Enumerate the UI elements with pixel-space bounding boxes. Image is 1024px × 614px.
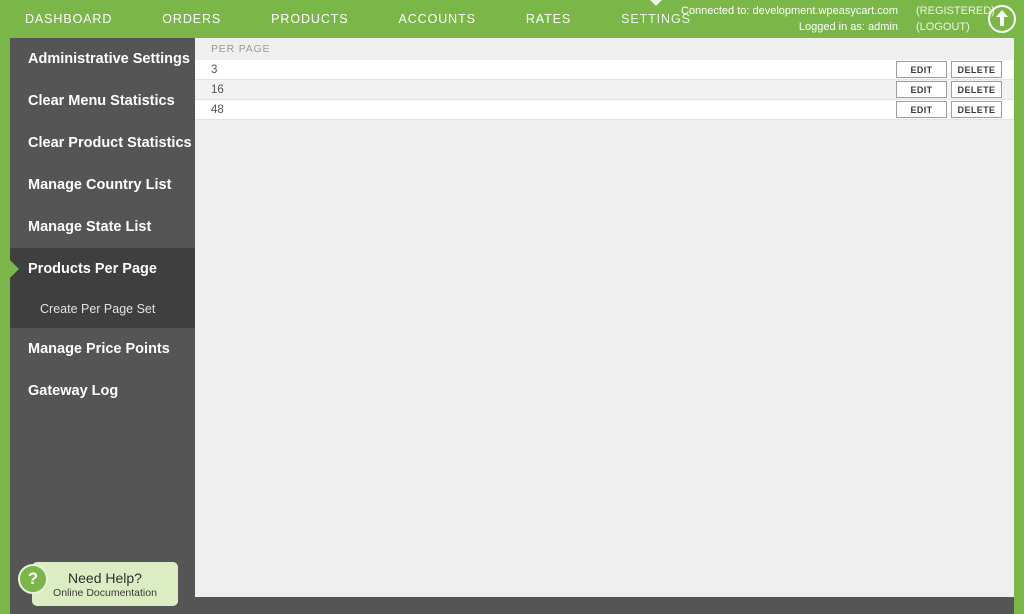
logged-in-label: Logged in as: admin bbox=[798, 21, 898, 33]
main-nav: DASHBOARD ORDERS PRODUCTS ACCOUNTS RATES… bbox=[0, 0, 716, 38]
question-mark-icon[interactable]: ? bbox=[18, 564, 48, 594]
right-accent-strip bbox=[1014, 38, 1024, 614]
nav-item-orders[interactable]: ORDERS bbox=[137, 0, 246, 38]
arrow-up-head bbox=[996, 10, 1008, 17]
sidebar-subitem-label: Create Per Page Set bbox=[40, 302, 156, 316]
sidebar-item-label: Manage State List bbox=[28, 219, 152, 235]
online-documentation-label: Online Documentation bbox=[53, 586, 157, 599]
delete-button[interactable]: DELETE bbox=[951, 81, 1002, 98]
sidebar-item-clear-menu-statistics[interactable]: Clear Menu Statistics bbox=[0, 80, 195, 122]
nav-item-products[interactable]: PRODUCTS bbox=[246, 0, 373, 38]
nav-item-label: ORDERS bbox=[162, 12, 222, 26]
sidebar-item-label: Gateway Log bbox=[28, 383, 119, 399]
need-help-widget[interactable]: Need Help? Online Documentation ? bbox=[18, 562, 178, 606]
sidebar-subitem-create-per-page-set[interactable]: Create Per Page Set bbox=[0, 290, 195, 328]
sidebar-item-label: Products Per Page bbox=[28, 261, 157, 277]
sidebar: Administrative Settings Clear Menu Stati… bbox=[0, 38, 195, 614]
top-navigation-bar: DASHBOARD ORDERS PRODUCTS ACCOUNTS RATES… bbox=[0, 0, 1024, 38]
edit-button[interactable]: EDIT bbox=[896, 101, 947, 118]
table-row[interactable]: 16 EDIT DELETE bbox=[195, 80, 1014, 100]
chevron-down-icon bbox=[649, 0, 662, 6]
app-window: DASHBOARD ORDERS PRODUCTS ACCOUNTS RATES… bbox=[0, 0, 1024, 614]
nav-item-label: DASHBOARD bbox=[25, 12, 113, 26]
need-help-box[interactable]: Need Help? Online Documentation bbox=[32, 562, 178, 606]
table-row[interactable]: 3 EDIT DELETE bbox=[195, 60, 1014, 80]
row-actions: EDIT DELETE bbox=[896, 81, 1002, 98]
nav-item-rates[interactable]: RATES bbox=[501, 0, 596, 38]
sidebar-item-manage-price-points[interactable]: Manage Price Points bbox=[0, 328, 195, 370]
sidebar-item-gateway-log[interactable]: Gateway Log bbox=[0, 370, 195, 412]
sidebar-item-label: Clear Product Statistics bbox=[28, 135, 192, 151]
nav-item-label: RATES bbox=[525, 12, 572, 26]
per-page-table: PER PAGE 3 EDIT DELETE 16 EDIT DELETE 48 bbox=[195, 38, 1014, 120]
sidebar-item-administrative-settings[interactable]: Administrative Settings bbox=[0, 38, 195, 80]
registered-link[interactable]: (REGISTERED) bbox=[898, 5, 995, 17]
delete-button[interactable]: DELETE bbox=[951, 101, 1002, 118]
sidebar-item-products-per-page[interactable]: Products Per Page bbox=[0, 248, 195, 290]
sidebar-item-manage-country-list[interactable]: Manage Country List bbox=[0, 164, 195, 206]
status-row-connection: Connected to: development.wpeasycart.com… bbox=[680, 5, 995, 17]
column-header-per-page: PER PAGE bbox=[211, 43, 271, 55]
row-actions: EDIT DELETE bbox=[896, 101, 1002, 118]
sidebar-item-label: Manage Price Points bbox=[28, 341, 170, 357]
row-actions: EDIT DELETE bbox=[896, 61, 1002, 78]
main-content: PER PAGE 3 EDIT DELETE 16 EDIT DELETE 48 bbox=[195, 38, 1014, 597]
cell-per-page: 16 bbox=[211, 83, 224, 96]
edit-button[interactable]: EDIT bbox=[896, 81, 947, 98]
sidebar-item-clear-product-statistics[interactable]: Clear Product Statistics bbox=[0, 122, 195, 164]
edit-button[interactable]: EDIT bbox=[896, 61, 947, 78]
active-pointer-icon bbox=[10, 260, 19, 278]
logout-link[interactable]: (LOGOUT) bbox=[898, 21, 976, 33]
nav-item-accounts[interactable]: ACCOUNTS bbox=[374, 0, 501, 38]
arrow-up-icon[interactable] bbox=[988, 5, 1016, 33]
delete-button[interactable]: DELETE bbox=[951, 61, 1002, 78]
cell-per-page: 48 bbox=[211, 103, 224, 116]
connected-to-label: Connected to: development.wpeasycart.com bbox=[680, 5, 898, 17]
sidebar-item-label: Clear Menu Statistics bbox=[28, 93, 175, 109]
nav-item-dashboard[interactable]: DASHBOARD bbox=[0, 0, 137, 38]
nav-item-label: ACCOUNTS bbox=[398, 12, 476, 26]
status-row-account: Logged in as: admin (LOGOUT) bbox=[799, 21, 976, 33]
sidebar-item-label: Administrative Settings bbox=[28, 51, 190, 67]
table-row[interactable]: 48 EDIT DELETE bbox=[195, 100, 1014, 120]
table-header-row: PER PAGE bbox=[195, 38, 1014, 60]
sidebar-group-products-per-page: Products Per Page Create Per Page Set bbox=[0, 38, 195, 614]
sidebar-item-label: Manage Country List bbox=[28, 177, 172, 193]
need-help-title: Need Help? bbox=[68, 569, 142, 586]
sidebar-item-manage-state-list[interactable]: Manage State List bbox=[0, 206, 195, 248]
cell-per-page: 3 bbox=[211, 63, 218, 76]
connection-status: Connected to: development.wpeasycart.com… bbox=[680, 0, 995, 38]
nav-item-label: PRODUCTS bbox=[271, 12, 349, 26]
active-group-indicator bbox=[0, 38, 10, 614]
